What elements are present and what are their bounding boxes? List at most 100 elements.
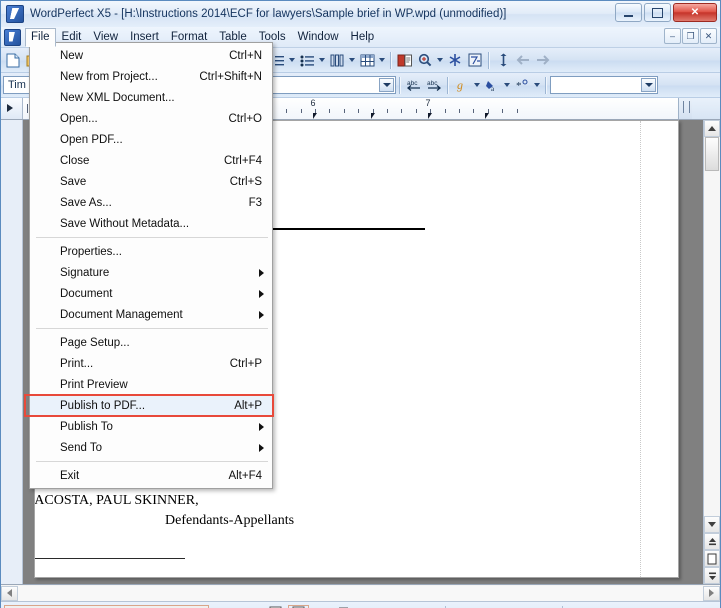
file-menu-item-document-management[interactable]: Document Management bbox=[30, 304, 272, 325]
file-menu-item-publish-to[interactable]: Publish To bbox=[30, 416, 272, 437]
scroll-up-button[interactable] bbox=[704, 120, 720, 137]
bulleted-list-icon[interactable] bbox=[297, 50, 317, 71]
submenu-arrow-icon bbox=[259, 289, 264, 298]
prev-page-icon bbox=[708, 537, 716, 545]
new-document-icon[interactable] bbox=[3, 50, 23, 71]
file-menu-separator bbox=[36, 328, 268, 329]
line-spacing-icon[interactable] bbox=[493, 50, 513, 71]
status-ab-indicator[interactable]: AB bbox=[309, 605, 332, 608]
page-button[interactable] bbox=[704, 550, 720, 567]
document-restore-button[interactable]: ❐ bbox=[682, 28, 699, 44]
ruler-tab-marker[interactable] bbox=[371, 113, 375, 119]
ruler-margin-grip[interactable] bbox=[678, 98, 692, 119]
next-abc-icon[interactable]: abc bbox=[424, 75, 444, 96]
status-position[interactable]: Pg 1 Ln 0.5" Pos 1.02" bbox=[567, 605, 717, 608]
vertical-scrollbar[interactable] bbox=[703, 120, 720, 584]
document-minimize-button[interactable]: – bbox=[664, 28, 681, 44]
ruler-tab-marker[interactable] bbox=[313, 113, 317, 119]
vertical-scroll-thumb[interactable] bbox=[705, 137, 719, 171]
font-color-icon[interactable]: g bbox=[452, 75, 472, 96]
vertical-scroll-track[interactable] bbox=[704, 171, 720, 516]
file-menu-item-document[interactable]: Document bbox=[30, 283, 272, 304]
ruler-tab-marker[interactable] bbox=[428, 113, 432, 119]
file-menu-item-properties[interactable]: Properties... bbox=[30, 241, 272, 262]
horizontal-scrollbar[interactable] bbox=[1, 585, 720, 602]
prev-abc-icon[interactable]: abc bbox=[404, 75, 424, 96]
columns-icon[interactable] bbox=[327, 50, 347, 71]
menu-file[interactable]: File bbox=[25, 27, 56, 47]
status-insert-mode-button[interactable] bbox=[288, 604, 310, 608]
file-menu-item-print[interactable]: Print... Ctrl+P bbox=[30, 353, 272, 374]
file-menu-item-shortcut: Ctrl+Shift+N bbox=[199, 70, 262, 83]
file-menu-item-publish-to-pdf[interactable]: Publish to PDF... Alt+P bbox=[24, 394, 274, 417]
minimize-button[interactable] bbox=[615, 3, 642, 22]
next-page-button[interactable] bbox=[704, 567, 720, 584]
status-printer-button[interactable] bbox=[332, 605, 355, 608]
toolbar-separator bbox=[545, 76, 547, 94]
style-combo-dropdown-arrow[interactable] bbox=[379, 78, 394, 92]
symbol-icon[interactable] bbox=[445, 50, 465, 71]
wordperfect-app-icon bbox=[6, 5, 24, 23]
file-menu-item-print-preview[interactable]: Print Preview bbox=[30, 374, 272, 395]
status-insert-label[interactable]: Insert bbox=[450, 605, 558, 608]
close-icon: ✕ bbox=[690, 7, 700, 18]
file-menu-item-label: Close bbox=[60, 154, 90, 167]
right-combo-dropdown-arrow[interactable] bbox=[641, 78, 656, 92]
status-shadow-cursor-button[interactable] bbox=[263, 605, 288, 608]
zoom-dropdown-arrow[interactable] bbox=[435, 50, 445, 71]
ruler-tick bbox=[329, 109, 331, 113]
maximize-button[interactable] bbox=[644, 3, 671, 22]
equation-icon[interactable] bbox=[465, 50, 485, 71]
previous-page-button[interactable] bbox=[704, 533, 720, 550]
font-color-dropdown-arrow[interactable] bbox=[472, 75, 482, 96]
document-window-controls: – ❐ ✕ bbox=[664, 28, 717, 44]
status-filename[interactable]: Sample brief in WP.wpd bbox=[4, 604, 209, 608]
file-menu-item-new[interactable]: New Ctrl+N bbox=[30, 45, 272, 66]
ruler-tick bbox=[502, 109, 504, 113]
file-menu-item-open[interactable]: Open... Ctrl+O bbox=[30, 108, 272, 129]
file-menu-item-shortcut: Ctrl+F4 bbox=[223, 154, 262, 167]
fill-color-icon[interactable]: a bbox=[482, 75, 502, 96]
svg-text:g: g bbox=[457, 78, 463, 92]
columns-dropdown-arrow[interactable] bbox=[347, 50, 357, 71]
numbered-list-dropdown-arrow[interactable] bbox=[287, 50, 297, 71]
file-menu-item-signature[interactable]: Signature bbox=[30, 262, 272, 283]
back-arrow-icon[interactable] bbox=[513, 50, 533, 71]
status-count[interactable]: < Count > bbox=[355, 605, 441, 608]
table-dropdown-arrow[interactable] bbox=[377, 50, 387, 71]
file-menu-item-open-pdf[interactable]: Open PDF... bbox=[30, 129, 272, 150]
right-combo[interactable] bbox=[550, 76, 658, 94]
file-menu-item-exit[interactable]: Exit Alt+F4 bbox=[30, 465, 272, 486]
ruler-tick bbox=[27, 104, 28, 113]
table-icon[interactable] bbox=[357, 50, 377, 71]
bulleted-list-dropdown-arrow[interactable] bbox=[317, 50, 327, 71]
title-bar: WordPerfect X5 - [H:\Instructions 2014\E… bbox=[1, 1, 720, 27]
ruler-tab-marker[interactable] bbox=[485, 113, 489, 119]
fill-color-dropdown-arrow[interactable] bbox=[502, 75, 512, 96]
dictionary-icon[interactable] bbox=[395, 50, 415, 71]
scroll-left-button[interactable] bbox=[1, 585, 18, 601]
menu-window[interactable]: Window bbox=[292, 28, 345, 47]
zoom-icon[interactable] bbox=[415, 50, 435, 71]
document-icon[interactable] bbox=[4, 28, 21, 46]
file-menu-item-save-as[interactable]: Save As... F3 bbox=[30, 192, 272, 213]
file-menu-dropdown[interactable]: New Ctrl+N New from Project... Ctrl+Shift+N… bbox=[24, 42, 274, 489]
file-menu-item-save-without-metadata[interactable]: Save Without Metadata... bbox=[30, 213, 272, 234]
file-menu-item-new-from-project[interactable]: New from Project... Ctrl+Shift+N bbox=[30, 66, 272, 87]
scroll-right-button[interactable] bbox=[703, 585, 720, 601]
scroll-down-button[interactable] bbox=[704, 516, 720, 533]
document-close-button[interactable]: ✕ bbox=[700, 28, 717, 44]
close-button[interactable]: ✕ bbox=[673, 3, 717, 22]
special-char-dropdown-arrow[interactable] bbox=[532, 75, 542, 96]
forward-arrow-icon[interactable] bbox=[533, 50, 553, 71]
special-char-icon[interactable]: * bbox=[512, 75, 532, 96]
horizontal-scroll-track[interactable] bbox=[18, 585, 703, 601]
menu-help[interactable]: Help bbox=[345, 28, 381, 47]
file-menu-item-close[interactable]: Close Ctrl+F4 bbox=[30, 150, 272, 171]
file-menu-item-send-to[interactable]: Send To bbox=[30, 437, 272, 458]
file-menu-item-page-setup[interactable]: Page Setup... bbox=[30, 332, 272, 353]
ruler-corner-marker[interactable] bbox=[1, 98, 23, 119]
file-menu-item-save[interactable]: Save Ctrl+S bbox=[30, 171, 272, 192]
ruler-tick bbox=[459, 109, 460, 113]
file-menu-item-new-xml-document[interactable]: New XML Document... bbox=[30, 87, 272, 108]
